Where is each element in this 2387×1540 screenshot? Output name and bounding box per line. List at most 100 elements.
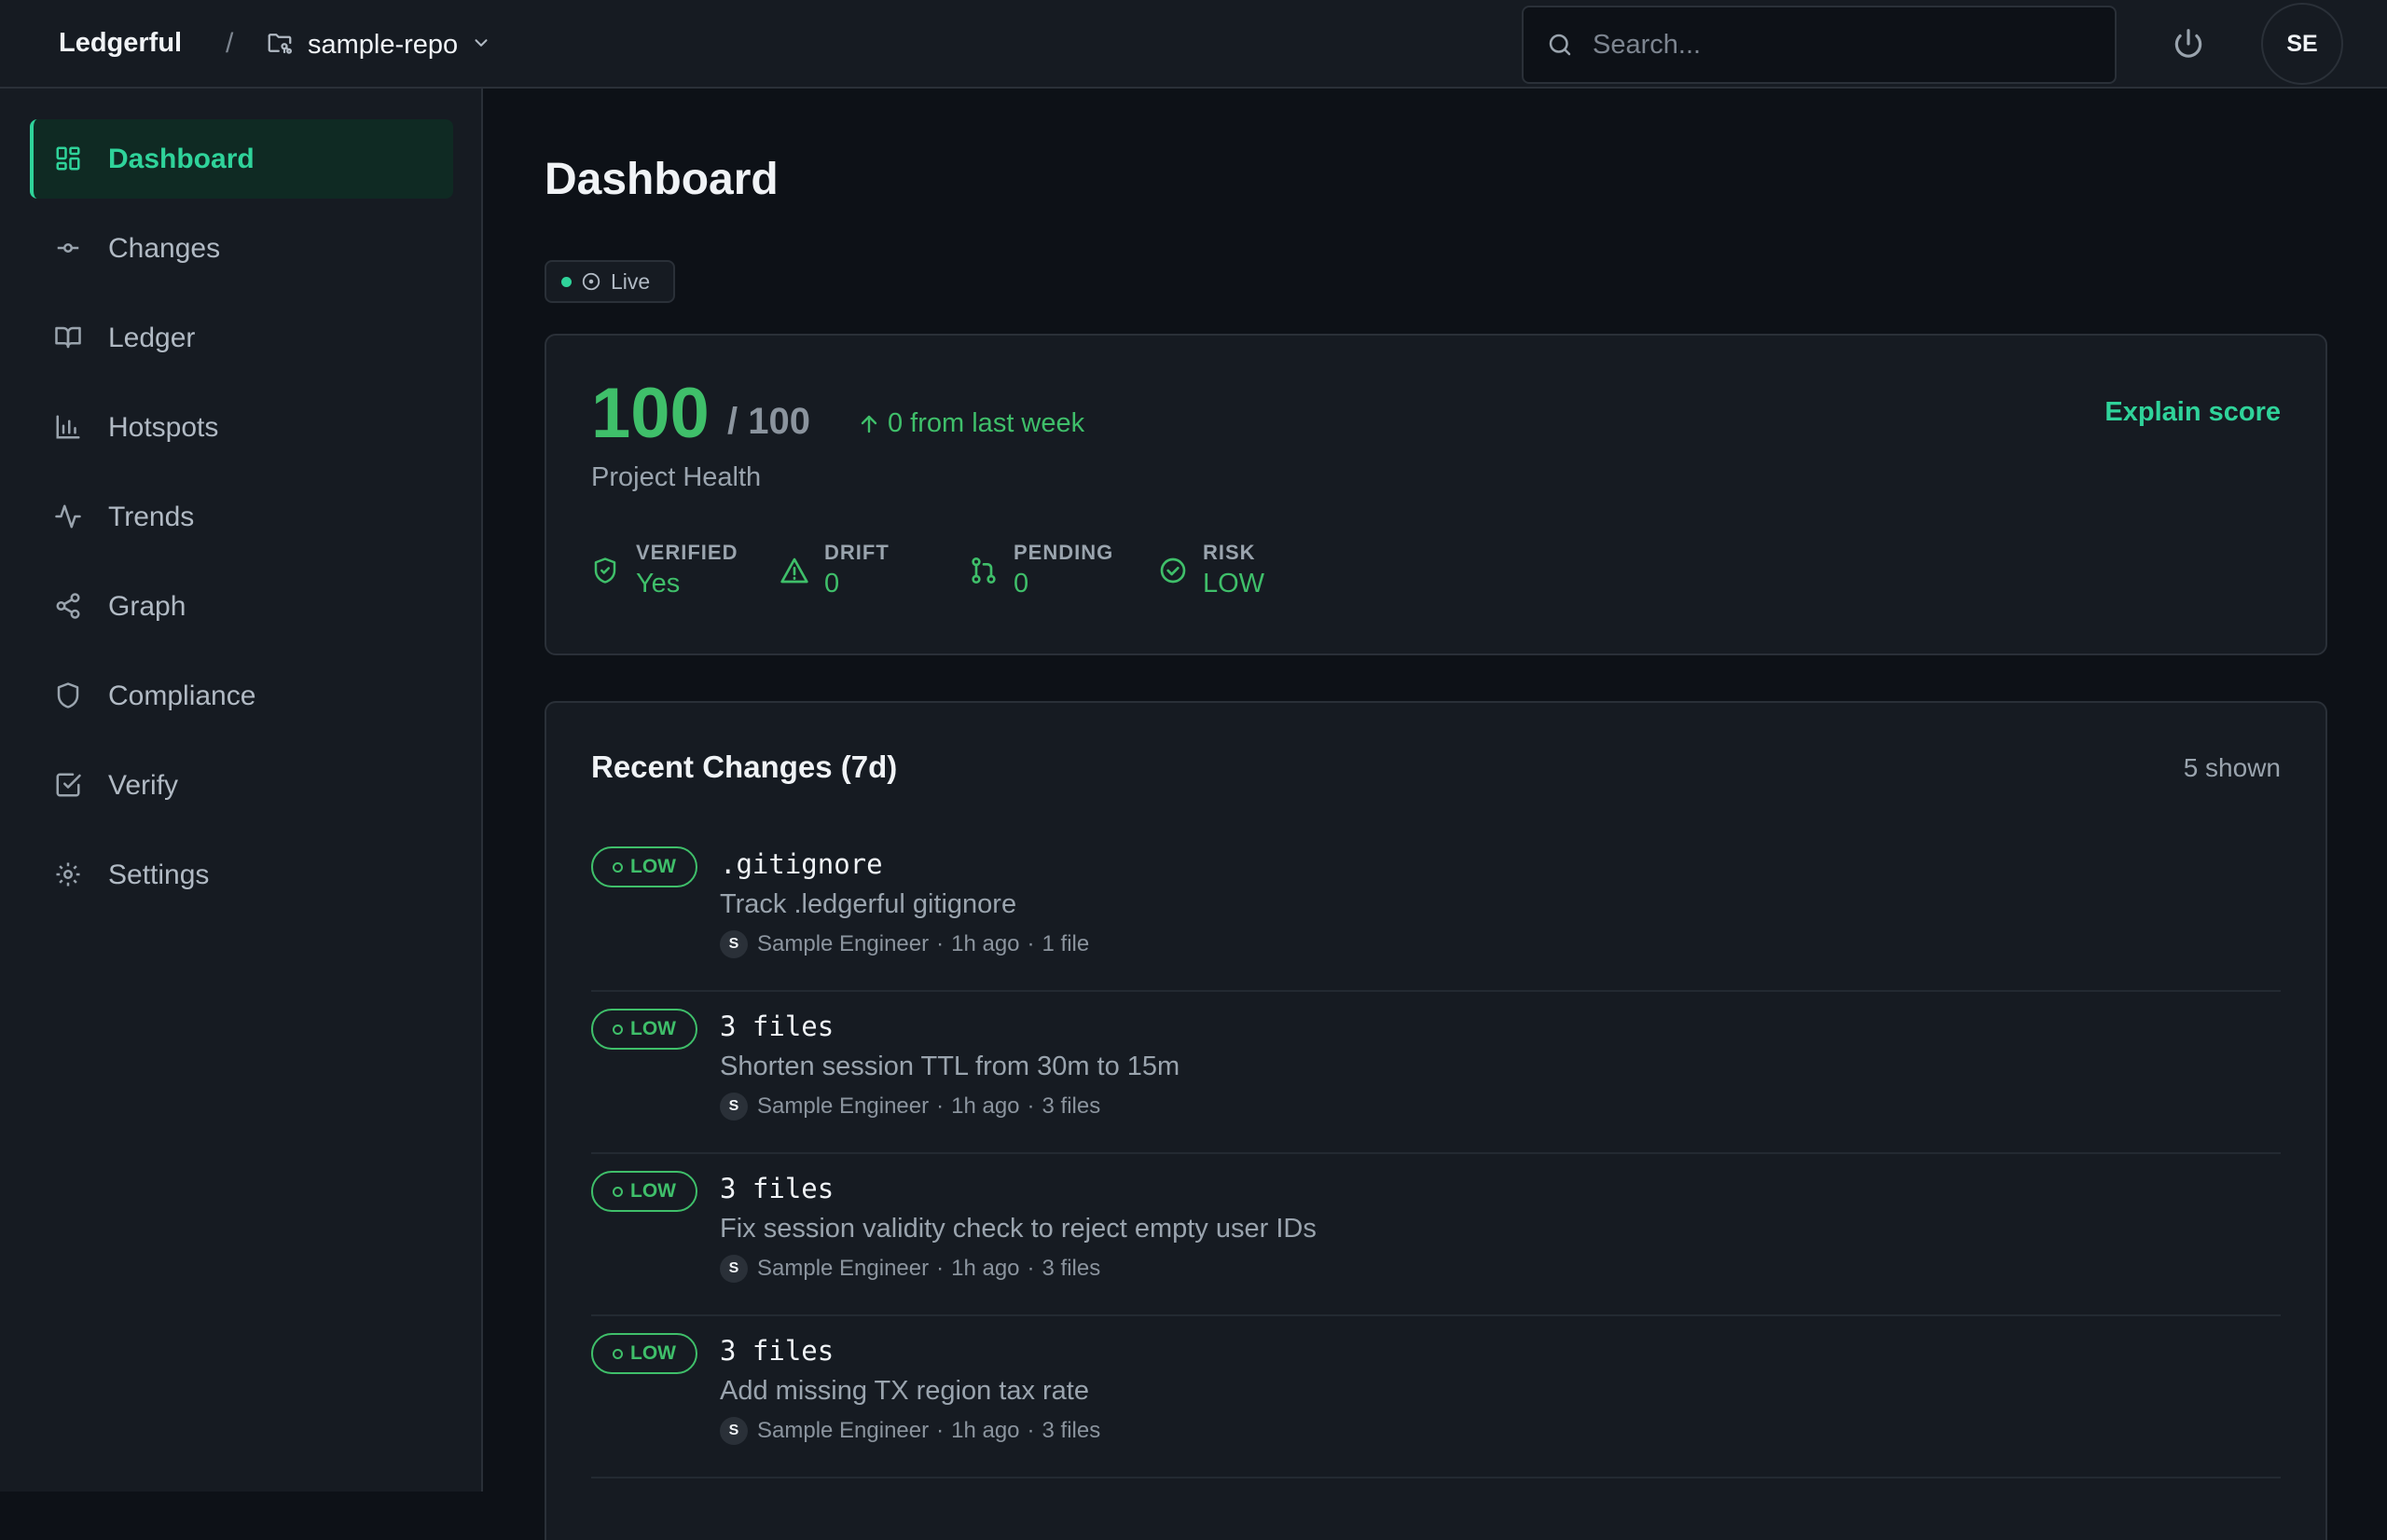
risk-badge: LOW bbox=[591, 846, 697, 887]
stat-value: Yes bbox=[636, 569, 681, 598]
change-files: 3 files bbox=[1042, 1418, 1101, 1443]
sidebar-item-label: Changes bbox=[108, 232, 221, 264]
author-avatar: S bbox=[720, 1417, 748, 1445]
sidebar-item-label: Trends bbox=[108, 501, 195, 532]
sidebar-item-settings[interactable]: Settings bbox=[30, 835, 453, 914]
sidebar-item-graph[interactable]: Graph bbox=[30, 567, 453, 646]
health-label: Project Health bbox=[591, 462, 762, 492]
commit-icon bbox=[57, 243, 79, 253]
change-title: .gitignore bbox=[720, 848, 883, 880]
page-title: Dashboard bbox=[545, 155, 779, 204]
change-row[interactable]: LOW 3 files Fix session validity check t… bbox=[591, 1154, 2281, 1316]
git-pull-request-icon bbox=[972, 557, 996, 584]
explain-score-link[interactable]: Explain score bbox=[2104, 397, 2281, 428]
health-delta-text: 0 from last week bbox=[888, 408, 1085, 438]
risk-ring-icon bbox=[613, 1186, 623, 1197]
power-button[interactable] bbox=[2165, 21, 2212, 67]
change-row[interactable]: LOW .gitignore Track .ledgerful gitignor… bbox=[591, 830, 2281, 992]
dashboard-icon bbox=[56, 146, 80, 171]
sidebar-item-compliance[interactable]: Compliance bbox=[30, 656, 453, 736]
change-row[interactable]: LOW 3 files Shorten session TTL from 30m… bbox=[591, 992, 2281, 1154]
activity-icon bbox=[55, 504, 81, 529]
stat-value: 0 bbox=[824, 569, 840, 598]
sidebar-item-changes[interactable]: Changes bbox=[30, 209, 453, 288]
sidebar-item-label: Settings bbox=[108, 859, 210, 890]
author-avatar: S bbox=[720, 930, 748, 958]
sidebar-item-label: Compliance bbox=[108, 680, 256, 711]
change-row[interactable]: LOW 3 files Add missing TX region tax ra… bbox=[591, 1316, 2281, 1478]
recent-changes-title: Recent Changes (7d) bbox=[591, 749, 898, 784]
risk-badge: LOW bbox=[591, 1171, 697, 1212]
stat-key: DRIFT bbox=[824, 541, 890, 564]
risk-ring-icon bbox=[613, 861, 623, 873]
search-box[interactable] bbox=[1522, 6, 2117, 84]
sidebar-item-label: Graph bbox=[108, 590, 186, 622]
sidebar-item-label: Ledger bbox=[108, 322, 196, 353]
check-circle-icon bbox=[1160, 557, 1186, 584]
shield-check-icon bbox=[594, 557, 616, 584]
change-title: 3 files bbox=[720, 1173, 835, 1204]
health-score-max: / 100 bbox=[727, 401, 810, 442]
change-meta: S Sample Engineer · 1h ago · 3 files bbox=[720, 1417, 1100, 1445]
repo-selector[interactable]: sample-repo bbox=[265, 22, 491, 67]
author-avatar: S bbox=[720, 1093, 748, 1121]
change-files: 1 file bbox=[1042, 931, 1090, 956]
stat-key: PENDING bbox=[1014, 541, 1114, 564]
stat-key: VERIFIED bbox=[636, 541, 738, 564]
risk-label: LOW bbox=[630, 856, 676, 877]
sidebar-item-ledger[interactable]: Ledger bbox=[30, 298, 453, 378]
sidebar-item-label: Verify bbox=[108, 769, 179, 801]
author-name: Sample Engineer bbox=[757, 1093, 930, 1119]
main-content: Dashboard Live 100 / 100 0 from last wee… bbox=[485, 89, 2387, 1540]
risk-badge: LOW bbox=[591, 1333, 697, 1374]
repo-name: sample-repo bbox=[308, 29, 459, 60]
author-name: Sample Engineer bbox=[757, 931, 930, 956]
sidebar-item-dashboard[interactable]: Dashboard bbox=[30, 119, 453, 199]
search-input[interactable] bbox=[1593, 29, 2077, 61]
change-message: Add missing TX region tax rate bbox=[720, 1376, 1089, 1406]
arrow-up-icon bbox=[861, 415, 877, 433]
change-time: 1h ago bbox=[951, 1418, 1020, 1443]
change-title: 3 files bbox=[720, 1011, 835, 1042]
health-delta: 0 from last week bbox=[858, 408, 1084, 439]
sidebar: Dashboard Changes Ledger Hotspots Trends… bbox=[0, 89, 483, 1492]
risk-badge: LOW bbox=[591, 1009, 697, 1050]
change-message: Shorten session TTL from 30m to 15m bbox=[720, 1052, 1180, 1081]
risk-label: LOW bbox=[630, 1180, 676, 1202]
author-name: Sample Engineer bbox=[757, 1256, 930, 1281]
live-label: Live bbox=[611, 268, 651, 294]
risk-ring-icon bbox=[613, 1348, 623, 1359]
brand-logo[interactable]: Ledgerful bbox=[59, 28, 182, 59]
chevron-down-icon bbox=[471, 33, 491, 58]
author-avatar: S bbox=[720, 1255, 748, 1283]
user-avatar[interactable]: SE bbox=[2261, 3, 2343, 85]
power-icon bbox=[2174, 29, 2202, 58]
author-name: Sample Engineer bbox=[757, 1418, 930, 1443]
search-icon bbox=[1549, 34, 1571, 56]
breadcrumb-separator: / bbox=[226, 28, 234, 59]
sidebar-item-verify[interactable]: Verify bbox=[30, 746, 453, 825]
bar-chart-icon bbox=[56, 415, 80, 439]
change-meta: S Sample Engineer · 1h ago · 3 files bbox=[720, 1093, 1100, 1121]
repo-icon bbox=[265, 29, 295, 62]
change-message: Track .ledgerful gitignore bbox=[720, 889, 1017, 919]
sidebar-item-trends[interactable]: Trends bbox=[30, 477, 453, 557]
change-meta: S Sample Engineer · 1h ago · 1 file bbox=[720, 930, 1089, 958]
sidebar-item-hotspots[interactable]: Hotspots bbox=[30, 388, 453, 467]
live-dot bbox=[561, 276, 572, 287]
risk-ring-icon bbox=[613, 1024, 623, 1035]
gear-icon bbox=[56, 862, 80, 887]
risk-label: LOW bbox=[630, 1342, 676, 1364]
stat-value: 0 bbox=[1014, 569, 1029, 598]
recent-changes-card: Recent Changes (7d) 5 shown LOW .gitigno… bbox=[545, 701, 2327, 1540]
stat-key: RISK bbox=[1203, 541, 1256, 564]
change-message: Fix session validity check to reject emp… bbox=[720, 1214, 1317, 1244]
change-files: 3 files bbox=[1042, 1093, 1101, 1119]
change-time: 1h ago bbox=[951, 1256, 1020, 1281]
stat-value: LOW bbox=[1203, 569, 1265, 598]
warning-icon bbox=[780, 557, 808, 584]
sidebar-item-label: Dashboard bbox=[108, 143, 255, 174]
sidebar-item-label: Hotspots bbox=[108, 411, 219, 443]
change-time: 1h ago bbox=[951, 1093, 1020, 1119]
risk-label: LOW bbox=[630, 1018, 676, 1039]
